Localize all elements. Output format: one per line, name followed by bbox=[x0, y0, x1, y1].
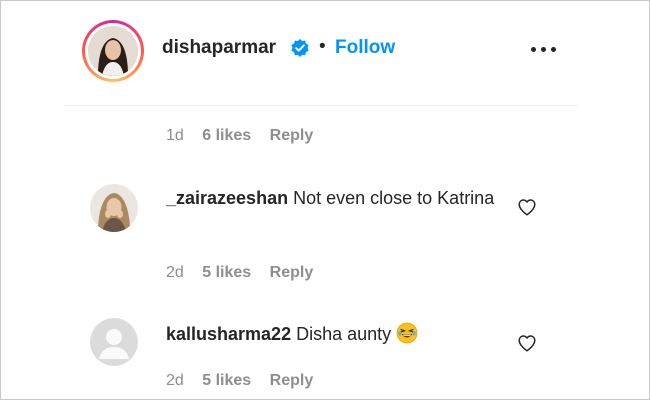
comment-text-block: kallusharma22 Disha aunty bbox=[166, 320, 506, 352]
caption-time: 1d bbox=[166, 127, 184, 144]
comment-username[interactable]: _zairazeeshan bbox=[166, 188, 288, 208]
like-heart-icon[interactable] bbox=[516, 196, 538, 218]
profile-photo-icon bbox=[90, 184, 138, 232]
story-ring[interactable] bbox=[82, 20, 144, 82]
default-avatar-icon bbox=[90, 318, 138, 366]
comment-likes[interactable]: 5 likes bbox=[202, 372, 251, 389]
header-divider bbox=[64, 105, 578, 106]
follow-button[interactable]: Follow bbox=[335, 37, 395, 59]
comment-body: Disha aunty bbox=[296, 324, 392, 344]
comment-likes[interactable]: 5 likes bbox=[202, 264, 251, 281]
caption-meta: 1d 6 likes Reply bbox=[166, 127, 313, 145]
comment-avatar[interactable] bbox=[90, 318, 138, 366]
avatar bbox=[88, 26, 138, 76]
comment-username[interactable]: kallusharma22 bbox=[166, 324, 291, 344]
comment-reply-button[interactable]: Reply bbox=[270, 372, 314, 389]
caption-reply-button[interactable]: Reply bbox=[270, 127, 314, 144]
comment-body: Not even close to Katrina bbox=[293, 188, 495, 208]
comment-time: 2d bbox=[166, 372, 184, 389]
like-heart-icon[interactable] bbox=[516, 332, 538, 354]
comment-meta: 2d 5 likes Reply bbox=[166, 264, 313, 282]
post-header: dishaparmar • Follow bbox=[0, 0, 650, 100]
separator-dot: • bbox=[319, 36, 326, 57]
comment-avatar[interactable] bbox=[90, 184, 138, 232]
more-options-icon[interactable] bbox=[530, 38, 558, 60]
comment-meta: 2d 5 likes Reply bbox=[166, 372, 313, 390]
caption-likes[interactable]: 6 likes bbox=[202, 127, 251, 144]
comment-time: 2d bbox=[166, 264, 184, 281]
comment-text-block: _zairazeeshan Not even close to Katrina bbox=[166, 184, 506, 212]
verified-badge-icon bbox=[291, 39, 309, 57]
post-username[interactable]: dishaparmar bbox=[162, 37, 276, 59]
profile-photo-icon bbox=[88, 26, 138, 76]
laughing-emoji-icon bbox=[396, 322, 418, 352]
comment-reply-button[interactable]: Reply bbox=[270, 264, 314, 281]
